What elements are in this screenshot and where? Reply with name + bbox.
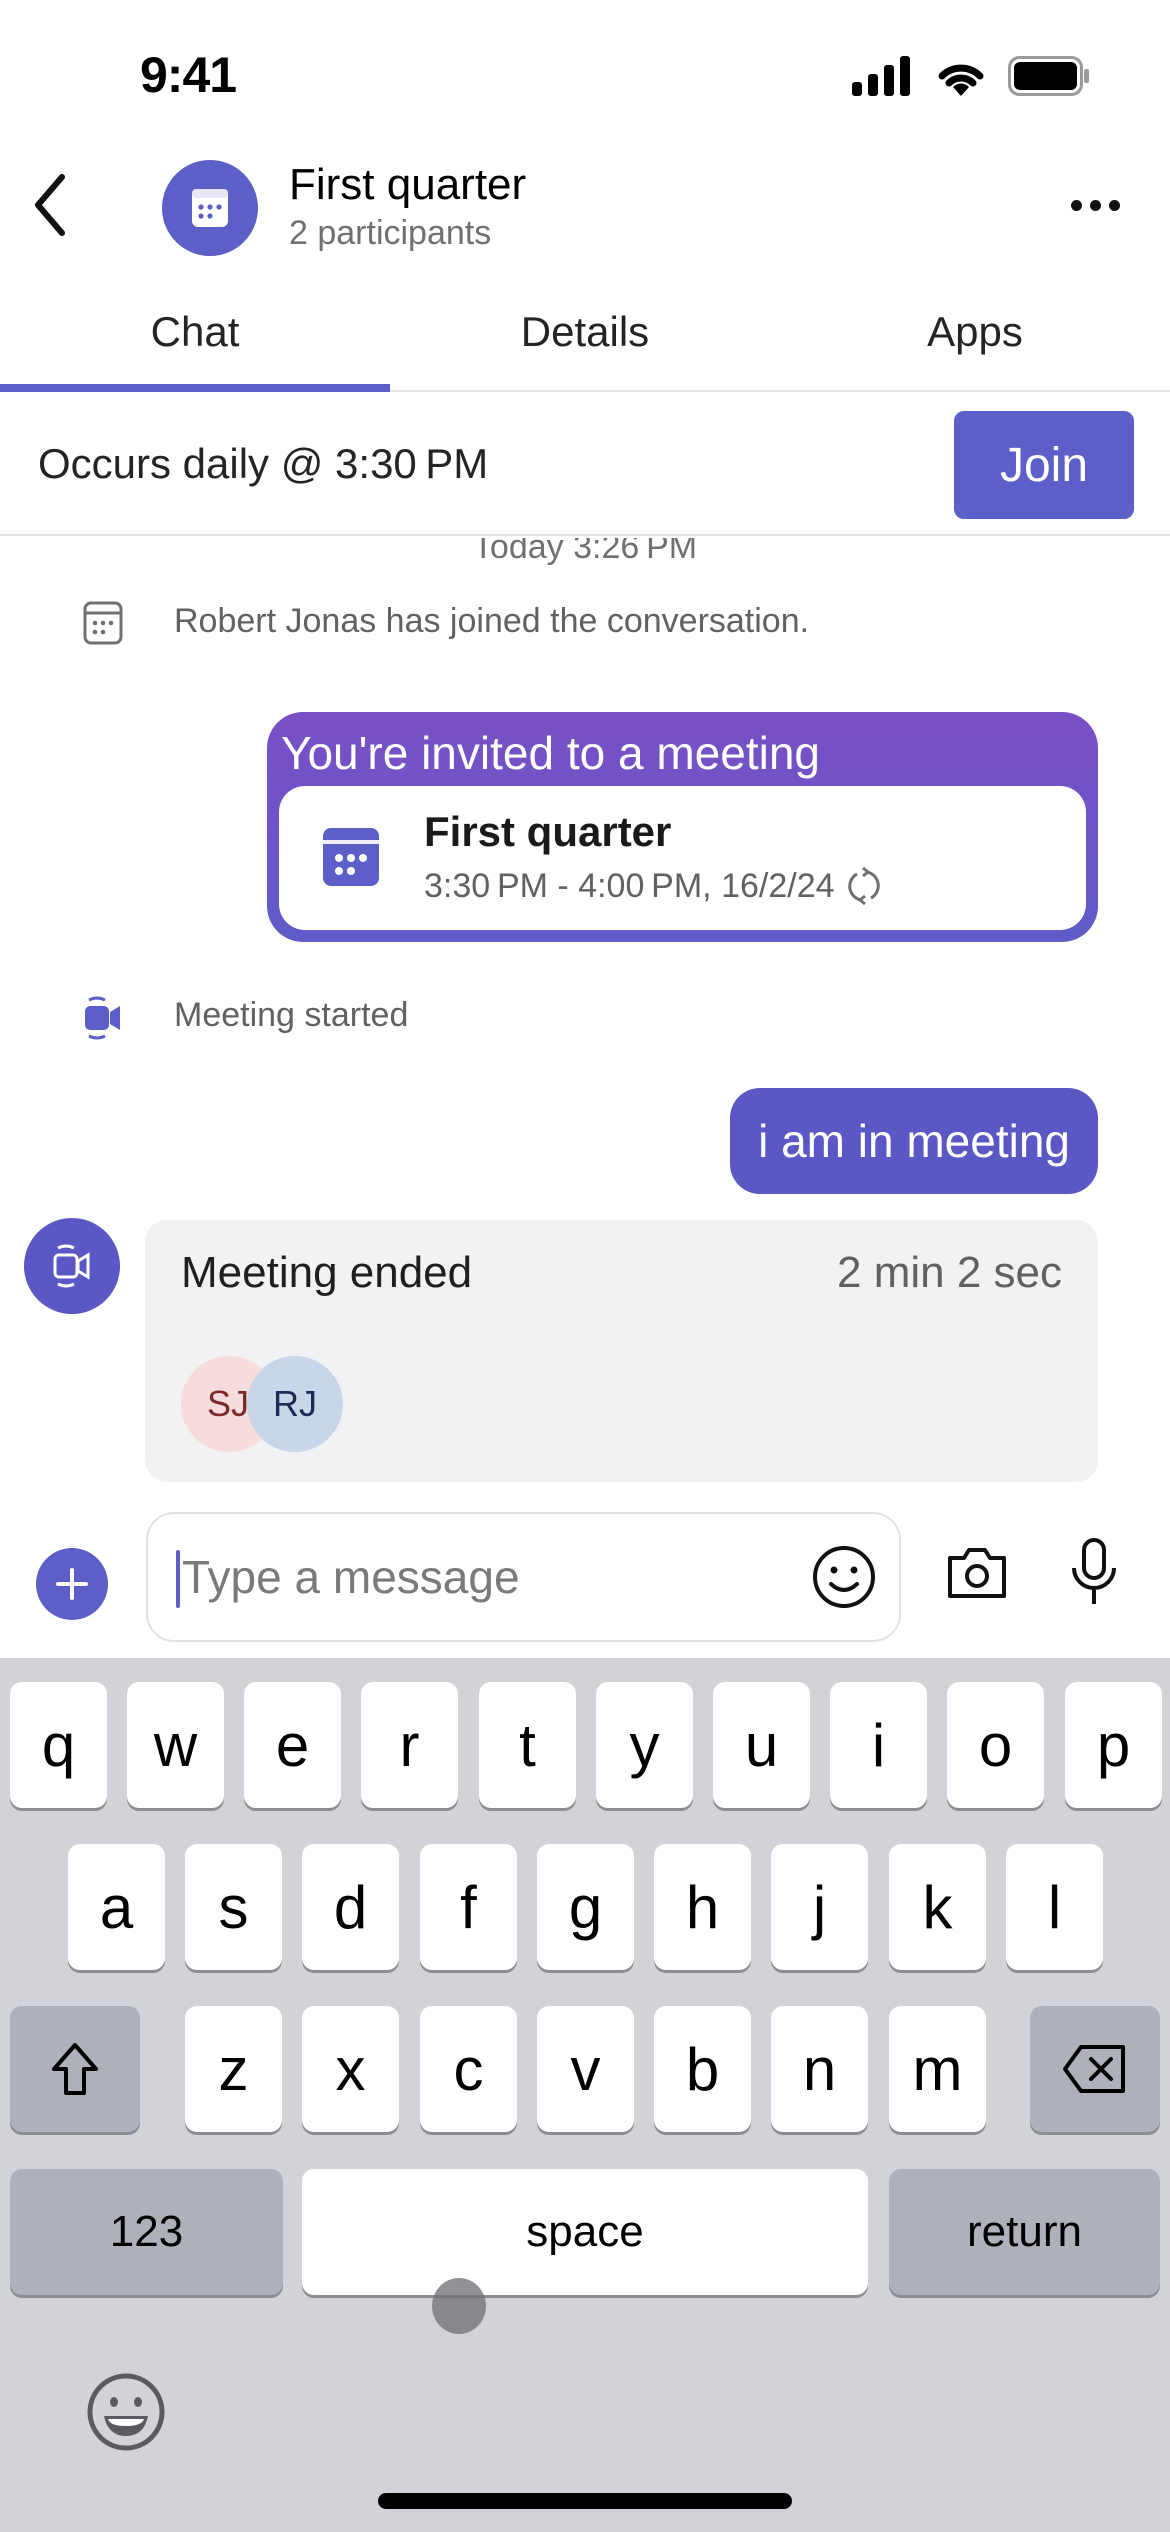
tab-chat[interactable]: Chat (0, 290, 390, 392)
delete-key[interactable] (1030, 2006, 1160, 2132)
key-b[interactable]: b (654, 2006, 751, 2132)
microphone-icon[interactable] (1066, 1536, 1122, 1608)
cellular-signal-icon (852, 56, 910, 96)
shift-icon (52, 2043, 98, 2095)
invite-details[interactable]: First quarter 3:30 PM - 4:00 PM, 16/2/24 (279, 786, 1086, 930)
calendar-icon (323, 828, 379, 886)
participants-count[interactable]: 2 participants (289, 214, 491, 253)
status-icons (852, 56, 1090, 96)
calendar-outline-icon (78, 598, 128, 648)
battery-icon (1008, 56, 1089, 96)
tab-apps[interactable]: Apps (780, 290, 1170, 390)
meeting-ended-title: Meeting ended (181, 1248, 473, 1297)
emoji-keyboard-icon[interactable] (86, 2372, 166, 2452)
key-n[interactable]: n (771, 2006, 868, 2132)
message-composer: Type a message (0, 1500, 1170, 1658)
key-p[interactable]: p (1065, 1682, 1162, 1808)
camera-icon[interactable] (944, 1540, 1010, 1606)
key-l[interactable]: l (1006, 1844, 1103, 1970)
chevron-left-icon (35, 174, 65, 236)
recurrence-text: Occurs daily @ 3:30 PM (38, 440, 489, 487)
key-d[interactable]: d (302, 1844, 399, 1970)
video-call-icon (78, 993, 128, 1043)
text-caret (176, 1550, 180, 1608)
meeting-invite-card[interactable]: You're invited to a meeting First quarte… (267, 712, 1098, 942)
invite-meeting-name: First quarter (424, 808, 672, 855)
chat-title[interactable]: First quarter (289, 160, 526, 210)
invite-meeting-time: 3:30 PM - 4:00 PM, 16/2/24 (424, 866, 835, 905)
home-indicator[interactable] (378, 2493, 792, 2509)
plus-icon (56, 1568, 88, 1600)
add-attachment-button[interactable] (36, 1548, 108, 1620)
invite-heading: You're invited to a meeting (281, 727, 820, 779)
key-h[interactable]: h (654, 1844, 751, 1970)
touch-indicator (432, 2278, 486, 2334)
system-text: Meeting started (174, 996, 409, 1034)
status-bar: 9:41 (0, 0, 1170, 150)
backspace-icon (1063, 2045, 1125, 2093)
meeting-avatar[interactable] (162, 160, 258, 256)
emoji-icon[interactable] (811, 1544, 877, 1610)
meeting-banner: Occurs daily @ 3:30 PM Join (0, 392, 1170, 536)
key-o[interactable]: o (947, 1682, 1044, 1808)
key-m[interactable]: m (889, 2006, 986, 2132)
key-x[interactable]: x (302, 2006, 399, 2132)
key-s[interactable]: s (185, 1844, 282, 1970)
key-z[interactable]: z (185, 2006, 282, 2132)
numbers-key[interactable]: 123 (10, 2169, 283, 2295)
message-list[interactable]: Today 3:26 PM Robert Jonas has joined th… (0, 538, 1170, 1498)
key-y[interactable]: y (596, 1682, 693, 1808)
more-dot-icon (1108, 199, 1120, 211)
key-f[interactable]: f (420, 1844, 517, 1970)
chat-header: First quarter 2 participants (0, 150, 1170, 265)
key-c[interactable]: c (420, 2006, 517, 2132)
participant-avatar[interactable]: RJ (247, 1356, 343, 1452)
keyboard: q w e r t y u i o p a s d f g h j k l z … (0, 1658, 1170, 2532)
key-a[interactable]: a (68, 1844, 165, 1970)
key-t[interactable]: t (479, 1682, 576, 1808)
tab-bar: Chat Details Apps (0, 290, 1170, 392)
system-message-joined: Robert Jonas has joined the conversation… (0, 598, 1170, 648)
calendar-icon (192, 189, 228, 227)
date-separator: Today 3:26 PM (472, 538, 698, 566)
join-button[interactable]: Join (954, 411, 1134, 519)
wifi-icon (938, 64, 984, 96)
key-w[interactable]: w (127, 1682, 224, 1808)
message-placeholder: Type a message (182, 1551, 520, 1603)
key-j[interactable]: j (771, 1844, 868, 1970)
status-time: 9:41 (140, 47, 237, 103)
video-call-icon (53, 1244, 90, 1288)
meeting-ended-card[interactable]: Meeting ended 2 min 2 sec SJ RJ (145, 1220, 1098, 1482)
invite-meeting-time-row: 3:30 PM - 4:00 PM, 16/2/24 (424, 866, 881, 906)
return-key[interactable]: return (889, 2169, 1160, 2295)
key-q[interactable]: q (10, 1682, 107, 1808)
key-r[interactable]: r (361, 1682, 458, 1808)
system-text: Robert Jonas has joined the conversation… (174, 602, 810, 640)
space-key[interactable]: space (302, 2169, 868, 2295)
sent-message-bubble[interactable]: i am in meeting (730, 1088, 1098, 1194)
key-i[interactable]: i (830, 1682, 927, 1808)
more-dot-icon (1089, 199, 1101, 211)
more-options-button[interactable] (1060, 180, 1130, 230)
key-u[interactable]: u (713, 1682, 810, 1808)
meeting-ended-avatar (24, 1218, 120, 1314)
back-button[interactable] (20, 170, 80, 240)
system-message-started: Meeting started (0, 988, 1170, 1048)
tab-details[interactable]: Details (390, 290, 780, 390)
key-k[interactable]: k (889, 1844, 986, 1970)
key-v[interactable]: v (537, 2006, 634, 2132)
key-g[interactable]: g (537, 1844, 634, 1970)
recurring-icon (847, 866, 880, 906)
message-input[interactable]: Type a message (146, 1512, 901, 1642)
shift-key[interactable] (10, 2006, 140, 2132)
meeting-duration: 2 min 2 sec (837, 1248, 1062, 1297)
more-dot-icon (1070, 199, 1082, 211)
key-e[interactable]: e (244, 1682, 341, 1808)
